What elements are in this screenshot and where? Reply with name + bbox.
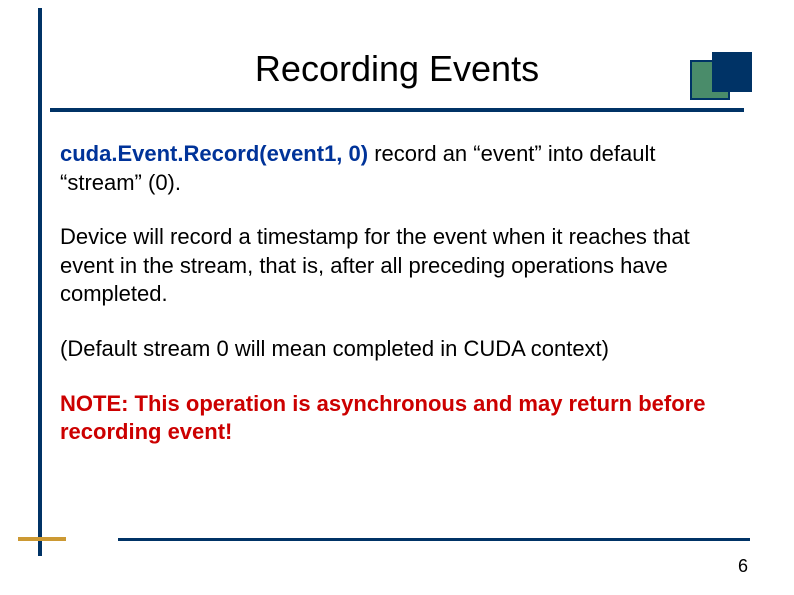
paragraph-3: (Default stream 0 will mean completed in… [60,335,734,364]
page-number: 6 [738,556,748,577]
slide-title: Recording Events [60,48,734,90]
bottom-underline [118,538,750,541]
function-call: cuda.Event.Record(event1, 0) [60,141,368,166]
title-area: Recording Events [0,0,794,112]
paragraph-2: Device will record a timestamp for the e… [60,223,734,309]
corner-decoration-bottom [18,529,68,549]
title-underline [50,108,744,112]
slide-content: cuda.Event.Record(event1, 0) record an “… [0,112,794,447]
slide: Recording Events cuda.Event.Record(event… [0,0,794,595]
paragraph-1: cuda.Event.Record(event1, 0) record an “… [60,140,734,197]
note-paragraph: NOTE: This operation is asynchronous and… [60,390,734,447]
decor-horizontal-bar [18,537,66,541]
